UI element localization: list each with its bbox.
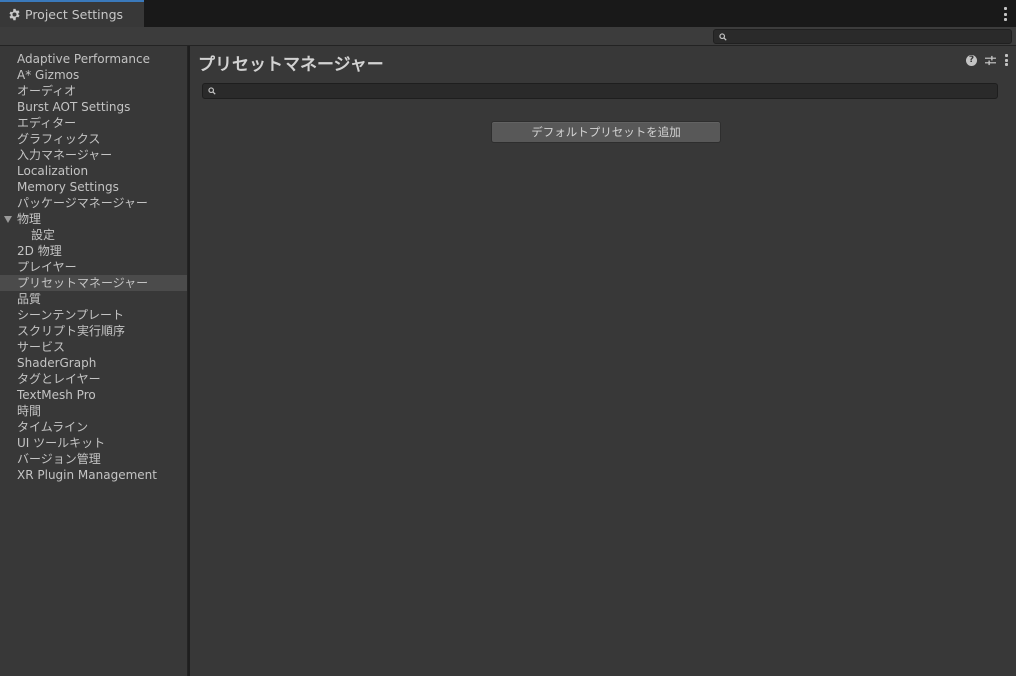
- sidebar-item[interactable]: スクリプト実行順序: [0, 323, 187, 339]
- sidebar-item[interactable]: 2D 物理: [0, 243, 187, 259]
- sidebar-item[interactable]: オーディオ: [0, 83, 187, 99]
- sidebar-item-label: 2D 物理: [17, 244, 62, 258]
- sidebar-item-label: グラフィックス: [17, 132, 101, 146]
- sidebar-item[interactable]: パッケージマネージャー: [0, 195, 187, 211]
- window-titlebar: Project Settings: [0, 0, 1016, 27]
- sidebar-item-label: サービス: [17, 340, 66, 354]
- preset-manager-panel: プリセットマネージャー ? デフォルトプリセットを追加: [190, 46, 1016, 676]
- window-menu-button[interactable]: [1002, 7, 1008, 21]
- sidebar-item[interactable]: バージョン管理: [0, 451, 187, 467]
- settings-search-input[interactable]: [713, 29, 1012, 44]
- sidebar-item-label: Adaptive Performance: [17, 52, 150, 66]
- sidebar-item-label: Memory Settings: [17, 180, 119, 194]
- sidebar-item-label: A* Gizmos: [17, 68, 80, 82]
- sidebar-item[interactable]: プリセットマネージャー: [0, 275, 187, 291]
- sidebar-item[interactable]: グラフィックス: [0, 131, 187, 147]
- expand-arrow-icon[interactable]: [4, 216, 12, 223]
- sidebar-item-label: ShaderGraph: [17, 356, 97, 370]
- toolbar: [0, 27, 1016, 46]
- dot: [1004, 58, 1008, 62]
- sidebar-item-label: UI ツールキット: [17, 436, 106, 450]
- sidebar-item[interactable]: Memory Settings: [0, 179, 187, 195]
- sidebar-item-label: タイムライン: [17, 420, 89, 434]
- presets-icon[interactable]: [985, 55, 996, 66]
- sidebar-item[interactable]: サービス: [0, 339, 187, 355]
- sidebar-item[interactable]: シーンテンプレート: [0, 307, 187, 323]
- sidebar-item-label: 時間: [17, 404, 42, 418]
- sidebar-item[interactable]: 設定: [0, 227, 187, 243]
- sidebar-item[interactable]: XR Plugin Management: [0, 467, 187, 483]
- page-title: プリセットマネージャー: [198, 55, 384, 75]
- header-icons: ?: [966, 54, 1008, 66]
- sidebar-item-label: パッケージマネージャー: [17, 196, 148, 210]
- sidebar-item-label: XR Plugin Management: [17, 468, 157, 482]
- settings-sidebar: Adaptive Performance A* Gizmos オーディオ Burst …: [0, 46, 188, 676]
- sidebar-item-label: 物理: [17, 212, 42, 226]
- sidebar-item-label: オーディオ: [17, 84, 77, 98]
- preset-search-input[interactable]: [202, 83, 998, 99]
- sidebar-item-label: スクリプト実行順序: [17, 324, 126, 338]
- tab-project-settings[interactable]: Project Settings: [0, 0, 144, 27]
- sidebar-item-label: 設定: [31, 228, 56, 242]
- help-icon[interactable]: ?: [966, 54, 977, 66]
- sidebar-item[interactable]: エディター: [0, 115, 187, 131]
- dot: [1004, 54, 1008, 57]
- sidebar-item[interactable]: UI ツールキット: [0, 435, 187, 451]
- sidebar-item[interactable]: TextMesh Pro: [0, 387, 187, 403]
- sidebar-item[interactable]: タイムライン: [0, 419, 187, 435]
- sidebar-item-label: 入力マネージャー: [17, 148, 113, 162]
- sidebar-item-label: プリセットマネージャー: [17, 276, 149, 290]
- sidebar-item-label: プレイヤー: [17, 260, 77, 274]
- sidebar-item-label: バージョン管理: [17, 452, 101, 466]
- sidebar-item[interactable]: Adaptive Performance: [0, 51, 187, 67]
- sidebar-item-label: エディター: [17, 116, 77, 130]
- dot: [1004, 63, 1008, 66]
- tab-title: Project Settings: [25, 7, 124, 22]
- sidebar-item[interactable]: A* Gizmos: [0, 67, 187, 83]
- sidebar-item-label: Localization: [17, 164, 89, 178]
- sidebar-item[interactable]: 入力マネージャー: [0, 147, 187, 163]
- sidebar-item[interactable]: プレイヤー: [0, 259, 187, 275]
- sidebar-item[interactable]: 時間: [0, 403, 187, 419]
- sidebar-item-label: 品質: [17, 292, 42, 306]
- dot: [1003, 18, 1007, 21]
- sidebar-item-label: TextMesh Pro: [17, 388, 96, 402]
- sidebar-item[interactable]: ShaderGraph: [0, 355, 187, 371]
- search-icon: [719, 33, 727, 41]
- sidebar-item[interactable]: 品質: [0, 291, 187, 307]
- more-options-icon[interactable]: [1004, 54, 1008, 66]
- sidebar-item[interactable]: Localization: [0, 163, 187, 179]
- sidebar-item[interactable]: 物理: [0, 211, 187, 227]
- search-icon: [208, 87, 216, 95]
- dot: [1003, 7, 1007, 10]
- add-default-preset-button[interactable]: デフォルトプリセットを追加: [491, 121, 721, 143]
- sidebar-item[interactable]: タグとレイヤー: [0, 371, 187, 387]
- gear-icon: [9, 8, 20, 21]
- sidebar-item-label: シーンテンプレート: [17, 308, 125, 322]
- sidebar-item-label: Burst AOT Settings: [17, 100, 131, 114]
- sidebar-item-label: タグとレイヤー: [17, 372, 101, 386]
- dot: [1003, 12, 1007, 16]
- sidebar-item[interactable]: Burst AOT Settings: [0, 99, 187, 115]
